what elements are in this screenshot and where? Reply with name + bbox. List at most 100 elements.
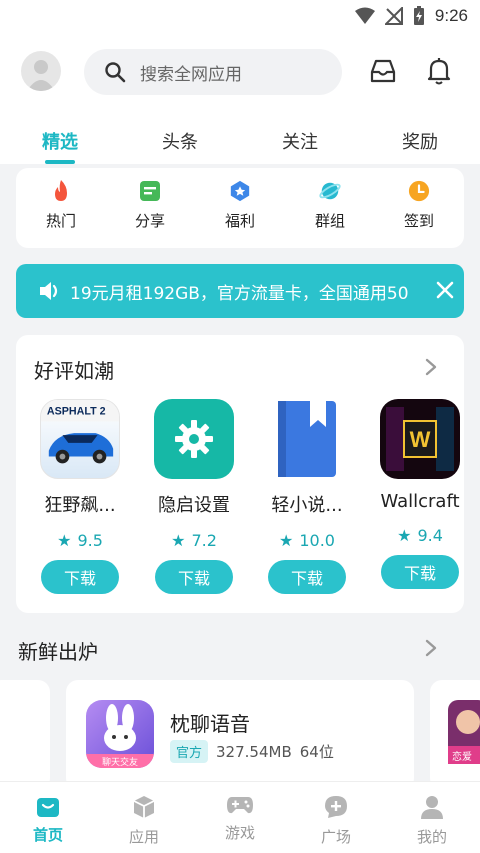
featured-app-name: 枕聊语音 xyxy=(170,712,250,736)
app-size: 327.54MB xyxy=(216,742,292,761)
share-doc-icon xyxy=(139,180,161,202)
book-icon xyxy=(267,399,347,479)
nav-me[interactable]: 我的 xyxy=(392,794,472,847)
app-item[interactable]: 轻小说... ★ 10.0 下载 xyxy=(257,399,357,594)
wifi-icon xyxy=(354,7,375,24)
app-name: Wallcraft xyxy=(380,491,460,512)
section-title: 新鲜出炉 xyxy=(18,640,98,664)
quick-label: 热门 xyxy=(45,212,76,230)
nav-label: 应用 xyxy=(128,828,159,846)
speaker-icon xyxy=(40,282,58,300)
star-icon: ★ xyxy=(57,531,72,550)
inbox-icon[interactable] xyxy=(368,56,398,86)
nav-square[interactable]: 广场 xyxy=(296,794,376,847)
app-name: 狂野飙... xyxy=(44,495,116,516)
app-rating: ★ 10.0 xyxy=(279,531,335,550)
chat-plus-icon xyxy=(325,796,347,818)
wallcraft-icon: W xyxy=(380,399,460,479)
featured-app-meta: 官方 327.54MB 64位 xyxy=(170,740,334,763)
gear-icon xyxy=(154,399,234,479)
top-tabs: 精选 头条 关注 奖励 xyxy=(0,124,480,164)
nav-apps[interactable]: 应用 xyxy=(104,794,184,847)
status-icons: 9:26 xyxy=(354,6,468,26)
header: 搜索全网应用 精选 头条 关注 奖励 xyxy=(0,34,480,164)
rating-value: 7.2 xyxy=(191,531,217,550)
search-bar[interactable]: 搜索全网应用 xyxy=(84,49,342,95)
planet-icon xyxy=(319,180,341,202)
promo-banner[interactable]: 19元月租192GB，官方流量卡，全国通用50 xyxy=(16,264,464,318)
download-button[interactable]: 下载 xyxy=(41,560,119,594)
chevron-right-icon[interactable] xyxy=(424,357,438,377)
rating-value: 9.5 xyxy=(77,531,103,550)
download-button[interactable]: 下载 xyxy=(155,560,233,594)
nav-games[interactable]: 游戏 xyxy=(200,794,280,843)
section-title: 好评如潮 xyxy=(34,359,114,383)
rating-value: 9.4 xyxy=(417,526,443,545)
bunny-icon-caption: 聊天交友 xyxy=(102,756,138,768)
app-arch: 64位 xyxy=(299,743,334,761)
gift-badge-icon xyxy=(229,180,251,202)
wallcraft-logo-text: W xyxy=(410,427,431,452)
app-rating: ★ 7.2 xyxy=(171,531,217,550)
avatar[interactable] xyxy=(21,51,61,91)
banner-text: 19元月租192GB，官方流量卡，全国通用50 xyxy=(70,284,409,304)
tab-following[interactable]: 关注 xyxy=(282,128,318,154)
gamepad-icon xyxy=(227,797,253,814)
tab-rewards[interactable]: 奖励 xyxy=(402,128,438,154)
active-tab-indicator xyxy=(45,160,75,164)
download-button[interactable]: 下载 xyxy=(381,555,459,589)
search-placeholder: 搜索全网应用 xyxy=(140,64,242,85)
asphalt-car-icon: ASPHALT 2 xyxy=(40,399,120,479)
star-icon: ★ xyxy=(279,531,294,550)
quick-item-share[interactable]: 分享 xyxy=(120,180,180,231)
quick-item-welfare[interactable]: 福利 xyxy=(210,180,270,231)
search-icon xyxy=(105,62,126,83)
star-icon: ★ xyxy=(171,531,186,550)
clock-icon xyxy=(408,180,430,202)
flame-icon xyxy=(50,180,72,202)
quick-label: 签到 xyxy=(403,212,434,230)
bell-icon[interactable] xyxy=(424,56,454,86)
rating-value: 10.0 xyxy=(299,531,335,550)
quick-entries: 热门 分享 福利 群组 签到 xyxy=(16,168,464,248)
nav-label: 首页 xyxy=(32,826,63,844)
featured-app-card[interactable]: 聊天交友 枕聊语音 官方 327.54MB 64位 xyxy=(66,680,414,790)
user-icon xyxy=(421,796,443,819)
nav-home[interactable]: 首页 xyxy=(8,794,88,845)
peek-card-caption: 恋爱 xyxy=(452,750,472,763)
chevron-right-icon[interactable] xyxy=(424,638,438,658)
signal-off-icon xyxy=(384,7,403,25)
quick-item-checkin[interactable]: 签到 xyxy=(389,180,449,231)
app-item[interactable]: W Wallcraft ★ 9.4 下载 xyxy=(370,399,464,589)
quick-label: 分享 xyxy=(134,212,165,230)
good-reviews-section: 好评如潮 ASPHALT 2 狂野飙... ★ 9.5 下载 隐启设置 ★ 7.… xyxy=(16,335,464,613)
quick-label: 群组 xyxy=(314,212,345,230)
tab-headlines[interactable]: 头条 xyxy=(162,128,198,154)
bunny-app-icon: 聊天交友 xyxy=(86,700,154,768)
download-button[interactable]: 下载 xyxy=(268,560,346,594)
tab-featured[interactable]: 精选 xyxy=(42,128,78,154)
official-badge: 官方 xyxy=(170,740,209,763)
quick-item-hot[interactable]: 热门 xyxy=(31,180,91,231)
app-name: 轻小说... xyxy=(271,495,343,516)
default-avatar-icon xyxy=(27,60,55,91)
close-icon[interactable] xyxy=(434,279,456,301)
star-icon: ★ xyxy=(397,526,412,545)
app-item[interactable]: 隐启设置 ★ 7.2 下载 xyxy=(144,399,244,594)
status-time: 9:26 xyxy=(434,6,468,25)
status-bar: 9:26 xyxy=(0,0,480,34)
app-rating: ★ 9.4 xyxy=(397,526,443,545)
app-item[interactable]: ASPHALT 2 狂野飙... ★ 9.5 下载 xyxy=(30,399,130,594)
app-rating: ★ 9.5 xyxy=(57,531,103,550)
asphalt-logo-text: ASPHALT 2 xyxy=(47,406,106,418)
box-icon xyxy=(133,796,155,818)
carousel-card-next[interactable]: 恋爱 xyxy=(430,680,480,790)
carousel-card-prev[interactable] xyxy=(0,680,50,790)
battery-charging-icon xyxy=(413,6,424,25)
app-name: 隐启设置 xyxy=(158,495,230,516)
quick-label: 福利 xyxy=(224,212,255,230)
bottom-nav: 首页 应用 游戏 广场 我的 xyxy=(0,781,480,853)
quick-item-groups[interactable]: 群组 xyxy=(300,180,360,231)
game-thumbnail-icon: 恋爱 xyxy=(448,700,480,764)
nav-label: 广场 xyxy=(320,828,351,846)
